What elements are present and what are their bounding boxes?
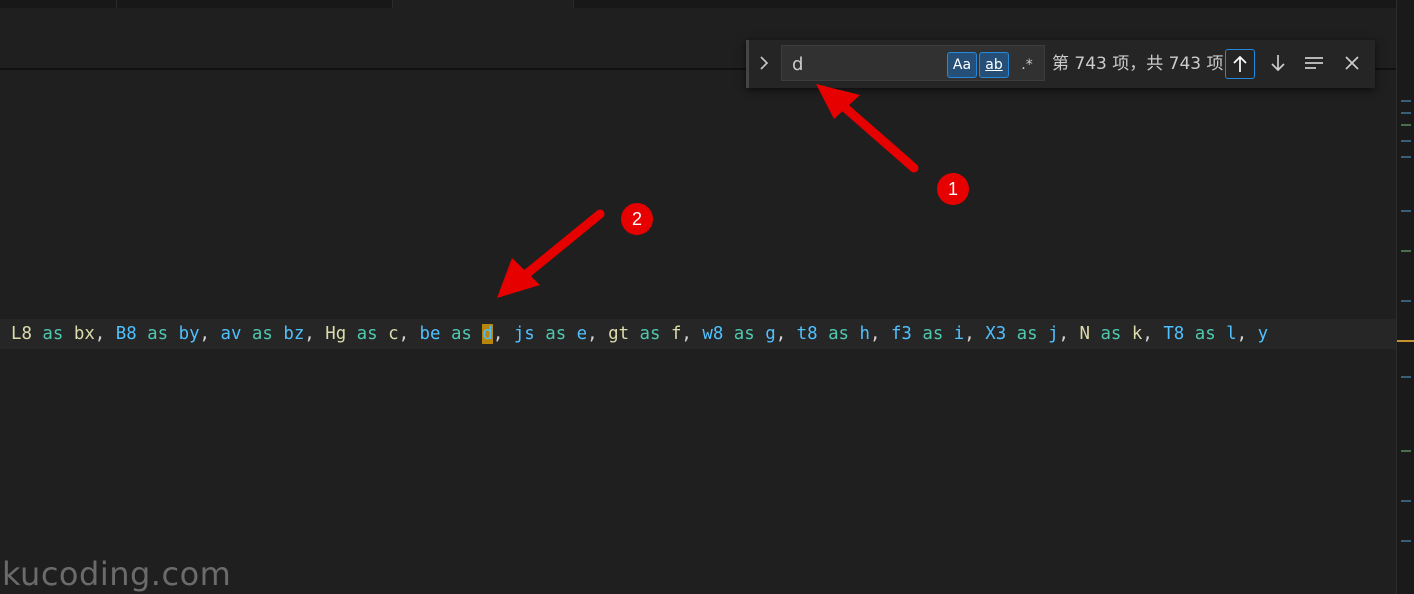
watermark: kucoding.com [2, 555, 232, 593]
annotation-arrows [497, 84, 919, 298]
annotation-badge-2: 2 [621, 203, 653, 235]
annotation-arrow-1 [816, 84, 919, 173]
annotation-badge-1: 1 [937, 173, 969, 205]
annotation-arrow-2 [497, 209, 605, 298]
